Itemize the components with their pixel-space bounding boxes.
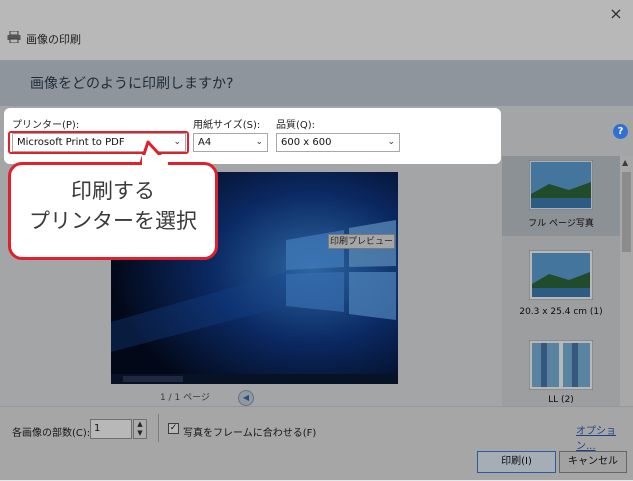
printer-label: プリンター(P): <box>12 120 80 131</box>
paper-size-select[interactable]: A4 ⌄ <box>193 133 268 152</box>
paper-size-value: A4 <box>198 137 212 148</box>
chevron-down-icon: ⌄ <box>387 137 395 147</box>
help-icon[interactable]: ? <box>613 124 628 139</box>
quality-value: 600 x 600 <box>281 137 332 148</box>
callout-text: 印刷する プリンターを選択 <box>8 176 218 236</box>
callout-line-2: プリンターを選択 <box>29 209 197 233</box>
quality-label: 品質(Q): <box>276 120 316 131</box>
chevron-down-icon: ⌄ <box>255 137 263 147</box>
callout-pointer-cover <box>142 155 168 167</box>
callout-line-1: 印刷する <box>71 179 155 203</box>
paper-size-label: 用紙サイズ(S): <box>193 120 261 131</box>
quality-select[interactable]: 600 x 600 ⌄ <box>276 133 400 152</box>
